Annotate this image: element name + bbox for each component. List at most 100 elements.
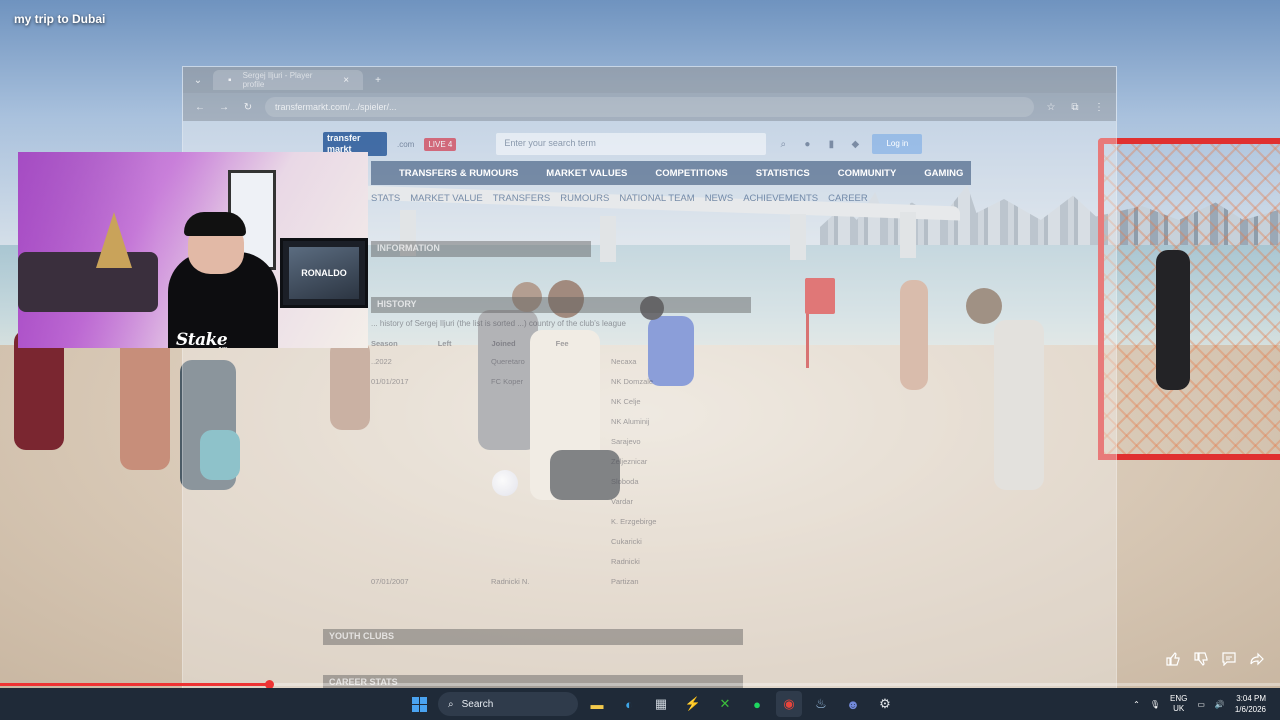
chevron-up-icon[interactable]: ⌃ xyxy=(1133,700,1140,709)
share-icon[interactable] xyxy=(1248,650,1266,668)
cell-left: Radnicki N. xyxy=(491,577,530,586)
nav-statistics[interactable]: STATISTICS xyxy=(756,168,810,179)
cell-left: FC Koper xyxy=(491,377,524,386)
streamer-cap xyxy=(184,212,246,236)
spectator-black-outfit xyxy=(1156,250,1190,390)
spotify-icon[interactable]: ● xyxy=(744,691,770,717)
table-row[interactable]: NK Aluminij xyxy=(371,417,751,431)
clock[interactable]: 3:04 PM 1/6/2026 xyxy=(1235,693,1266,715)
bookmark-icon[interactable]: ▮ xyxy=(824,137,838,151)
tab-menu-icon[interactable]: ⌄ xyxy=(191,73,205,87)
taskbar-search[interactable]: ⌕ Search xyxy=(438,692,578,716)
video-frame[interactable]: ⌄ ▪ Sergej Iljuri - Player profile × + ←… xyxy=(0,0,1280,720)
section-history: HISTORY xyxy=(371,297,751,313)
table-row[interactable]: 07/01/2007 Radnicki N. Partizan xyxy=(371,577,751,591)
cell-date xyxy=(371,497,451,511)
nav-transfers[interactable]: TRANSFERS & RUMOURS xyxy=(399,168,518,179)
col-fee: Fee xyxy=(555,339,569,348)
reload-icon[interactable]: ↻ xyxy=(241,100,255,114)
table-row[interactable]: ..2022 Queretaro Necaxa xyxy=(371,357,751,371)
start-button[interactable] xyxy=(406,691,432,717)
tab-title: Sergej Iljuri - Player profile xyxy=(242,71,313,89)
nav-market-values[interactable]: MARKET VALUES xyxy=(546,168,627,179)
subnav-market-value[interactable]: MARKET VALUE xyxy=(410,193,483,204)
subnav-career[interactable]: CAREER xyxy=(828,193,868,204)
table-row[interactable]: Sarajevo xyxy=(371,437,751,451)
cell-date: ..2022 xyxy=(371,357,392,366)
microphone-icon[interactable]: 🎙 xyxy=(1150,700,1160,709)
table-row[interactable]: Radnicki xyxy=(371,557,751,571)
app-gear-icon[interactable]: ⚙ xyxy=(872,691,898,717)
edge-icon[interactable]: ◐ xyxy=(616,691,642,717)
close-tab-icon[interactable]: × xyxy=(339,73,353,87)
cell-date xyxy=(371,477,451,491)
table-row[interactable]: Vardar xyxy=(371,497,751,511)
table-row[interactable]: Cukaricki xyxy=(371,537,751,551)
site-search-input[interactable]: Enter your search term xyxy=(496,133,767,155)
video-progress-bar[interactable] xyxy=(0,680,1280,689)
table-row[interactable]: Sloboda xyxy=(371,477,751,491)
app-yellow-icon[interactable]: ⚡ xyxy=(680,691,706,717)
favicon-icon: ▪ xyxy=(228,74,232,86)
cell-joined: Cukaricki xyxy=(611,537,642,546)
cell-left xyxy=(491,397,571,411)
subnav-stats[interactable]: STATS xyxy=(371,193,400,204)
table-row[interactable]: Zeljeznicar xyxy=(371,457,751,471)
site-main-nav: TRANSFERS & RUMOURS MARKET VALUES COMPET… xyxy=(371,161,971,185)
video-title: my trip to Dubai xyxy=(14,12,106,26)
store-icon[interactable]: ▦ xyxy=(648,691,674,717)
cell-left xyxy=(491,477,571,491)
chrome-icon[interactable]: ◉ xyxy=(776,691,802,717)
table-row[interactable]: 01/01/2017 FC Koper NK Domzale xyxy=(371,377,751,391)
logo-line1: transfer xyxy=(327,133,361,143)
steam-icon[interactable]: ♨ xyxy=(808,691,834,717)
bookmark-star-icon[interactable]: ☆ xyxy=(1044,100,1058,114)
browser-tab[interactable]: ▪ Sergej Iljuri - Player profile × xyxy=(213,70,363,90)
col-joined: Joined xyxy=(491,339,516,348)
nav-gaming[interactable]: GAMING xyxy=(924,168,963,179)
xbox-icon[interactable]: ✕ xyxy=(712,691,738,717)
volume-icon[interactable]: 🔊 xyxy=(1215,700,1225,709)
menu-dots-icon[interactable]: ⋮ xyxy=(1092,100,1106,114)
new-tab-icon[interactable]: + xyxy=(371,73,385,87)
table-row[interactable]: NK Celje xyxy=(371,397,751,411)
language-indicator[interactable]: ENG UK xyxy=(1170,694,1187,714)
thumbs-up-icon[interactable] xyxy=(1164,650,1182,668)
history-note: ... history of Sergej Iljuri (the list i… xyxy=(371,319,626,328)
thumbs-down-icon[interactable] xyxy=(1192,650,1210,668)
cell-date xyxy=(371,517,451,531)
nav-community[interactable]: COMMUNITY xyxy=(838,168,897,179)
back-icon[interactable]: ← xyxy=(193,100,207,114)
live-badge[interactable]: LIVE 4 xyxy=(424,137,457,151)
forward-icon[interactable]: → xyxy=(217,100,231,114)
network-icon[interactable]: ▭ xyxy=(1197,700,1205,709)
cell-joined: NK Domzale xyxy=(611,377,654,386)
subnav-transfers[interactable]: TRANSFERS xyxy=(493,193,551,204)
file-explorer-icon[interactable]: ▬ xyxy=(584,691,610,717)
subnav-achievements[interactable]: ACHIEVEMENTS xyxy=(743,193,818,204)
col-left: Left xyxy=(437,339,452,348)
search-icon[interactable]: ⌕ xyxy=(776,137,790,151)
subnav-national-team[interactable]: NATIONAL TEAM xyxy=(619,193,694,204)
user-icon[interactable]: ● xyxy=(800,137,814,151)
discord-icon[interactable]: ☻ xyxy=(840,691,866,717)
nav-competitions[interactable]: COMPETITIONS xyxy=(655,168,727,179)
table-row[interactable]: K. Erzgebirge xyxy=(371,517,751,531)
cell-joined: Necaxa xyxy=(611,357,637,366)
site-header: transfer markt .com LIVE 4 Enter your se… xyxy=(323,129,973,159)
taskbar-apps: ⌕ Search ▬ ◐ ▦ ⚡ ✕ ● ◉ ♨ ☻ ⚙ xyxy=(406,688,898,720)
subnav-rumours[interactable]: RUMOURS xyxy=(560,193,609,204)
history-table-header: Season Left Joined Fee xyxy=(371,339,751,353)
comment-icon[interactable] xyxy=(1220,650,1238,668)
cell-joined: Zeljeznicar xyxy=(611,457,648,466)
extensions-icon[interactable]: ⧉ xyxy=(1068,100,1082,114)
url-field[interactable]: transfermarkt.com/.../spieler/... xyxy=(265,97,1034,117)
subnav-news[interactable]: NEWS xyxy=(705,193,734,204)
shield-icon[interactable]: ◆ xyxy=(848,137,862,151)
player-red-shirt xyxy=(14,330,64,450)
cell-joined: Sarajevo xyxy=(611,437,641,446)
browser-tab-strip: ⌄ ▪ Sergej Iljuri - Player profile × + xyxy=(183,67,1116,93)
cell-joined: NK Celje xyxy=(611,397,641,406)
login-button[interactable]: Log in xyxy=(872,134,923,154)
cell-date xyxy=(371,457,451,471)
